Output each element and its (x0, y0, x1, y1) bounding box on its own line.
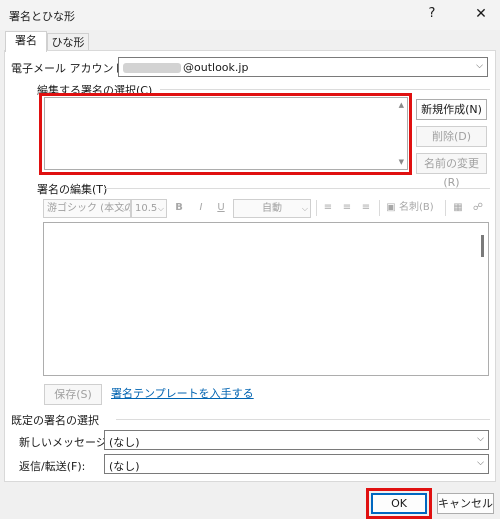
toolbar-separator (316, 200, 317, 216)
chevron-down-icon: ⌵ (121, 204, 128, 213)
close-button[interactable]: ✕ (468, 2, 494, 26)
bold-button[interactable]: B (171, 198, 187, 218)
font-value: 游ゴシック (本文の (47, 203, 131, 214)
align-left-icon[interactable]: ≡ (320, 198, 336, 218)
tab-signature[interactable]: 署名 (5, 31, 47, 52)
reply-forward-dropdown[interactable]: (なし) ⌵ (104, 454, 489, 474)
chevron-down-icon: ⌵ (301, 204, 308, 213)
chevron-down-icon: ⌵ (157, 204, 164, 213)
group-divider (116, 419, 490, 420)
new-messages-value: (なし) (109, 436, 140, 449)
edit-signature-label: 署名の編集(T) (37, 183, 108, 196)
select-signature-label: 編集する署名の選択(C) (37, 84, 153, 97)
account-value: @outlook.jp (123, 61, 248, 74)
chevron-down-icon: ⌵ (477, 458, 484, 468)
underline-button[interactable]: U (213, 198, 229, 218)
account-dropdown[interactable]: @outlook.jp ⌵ (118, 57, 488, 77)
ok-button[interactable]: OK (371, 493, 427, 514)
redacted-address (123, 63, 181, 73)
font-dropdown[interactable]: 游ゴシック (本文の ⌵ (43, 199, 131, 218)
get-templates-link[interactable]: 署名テンプレートを入手する (111, 385, 254, 401)
signature-editor[interactable] (43, 222, 489, 376)
business-card-icon: ▣ (386, 202, 396, 213)
help-button[interactable]: ? (420, 2, 444, 26)
group-divider (160, 89, 490, 90)
group-divider (104, 188, 490, 189)
title-bar: 署名とひな形 ? ✕ (0, 0, 500, 30)
window-title: 署名とひな形 (9, 10, 75, 23)
business-card-button[interactable]: 名刺(B) (399, 198, 439, 218)
align-right-icon[interactable]: ≡ (358, 198, 374, 218)
chevron-down-icon: ⌵ (477, 434, 484, 444)
align-center-icon[interactable]: ≡ (339, 198, 355, 218)
scroll-up-icon[interactable]: ▲ (399, 101, 404, 109)
hyperlink-icon[interactable]: ☍ (470, 198, 486, 218)
scroll-down-icon[interactable]: ▼ (399, 158, 404, 166)
toolbar-separator (445, 200, 446, 216)
format-toolbar: 游ゴシック (本文の ⌵ 10.5 ⌵ B I U 自動 ⌵ ≡ ≡ ≡ ▣ 名… (43, 198, 493, 218)
save-button[interactable]: 保存(S) (44, 384, 102, 405)
cancel-button[interactable]: キャンセル (437, 493, 494, 514)
font-size-value: 10.5 (135, 203, 158, 214)
chevron-down-icon: ⌵ (476, 61, 483, 71)
new-signature-button[interactable]: 新規作成(N) (416, 99, 487, 120)
signature-list[interactable]: ▲ ▼ (44, 97, 408, 170)
insert-picture-icon[interactable]: ▦ (450, 198, 466, 218)
default-signature-label: 既定の署名の選択 (11, 414, 99, 427)
reply-forward-label: 返信/転送(F): (19, 460, 86, 473)
font-color-dropdown[interactable]: 自動 ⌵ (233, 199, 311, 218)
rename-signature-button[interactable]: 名前の変更(R) (416, 153, 487, 189)
editor-scrollbar-thumb[interactable] (481, 235, 484, 257)
italic-button[interactable]: I (193, 198, 209, 218)
reply-forward-value: (なし) (109, 460, 140, 473)
delete-signature-button[interactable]: 削除(D) (416, 126, 487, 147)
font-color-value: 自動 (262, 203, 282, 214)
account-domain: @outlook.jp (183, 61, 249, 74)
toolbar-separator (379, 200, 380, 216)
font-size-dropdown[interactable]: 10.5 ⌵ (131, 199, 167, 218)
new-messages-dropdown[interactable]: (なし) ⌵ (104, 430, 489, 450)
